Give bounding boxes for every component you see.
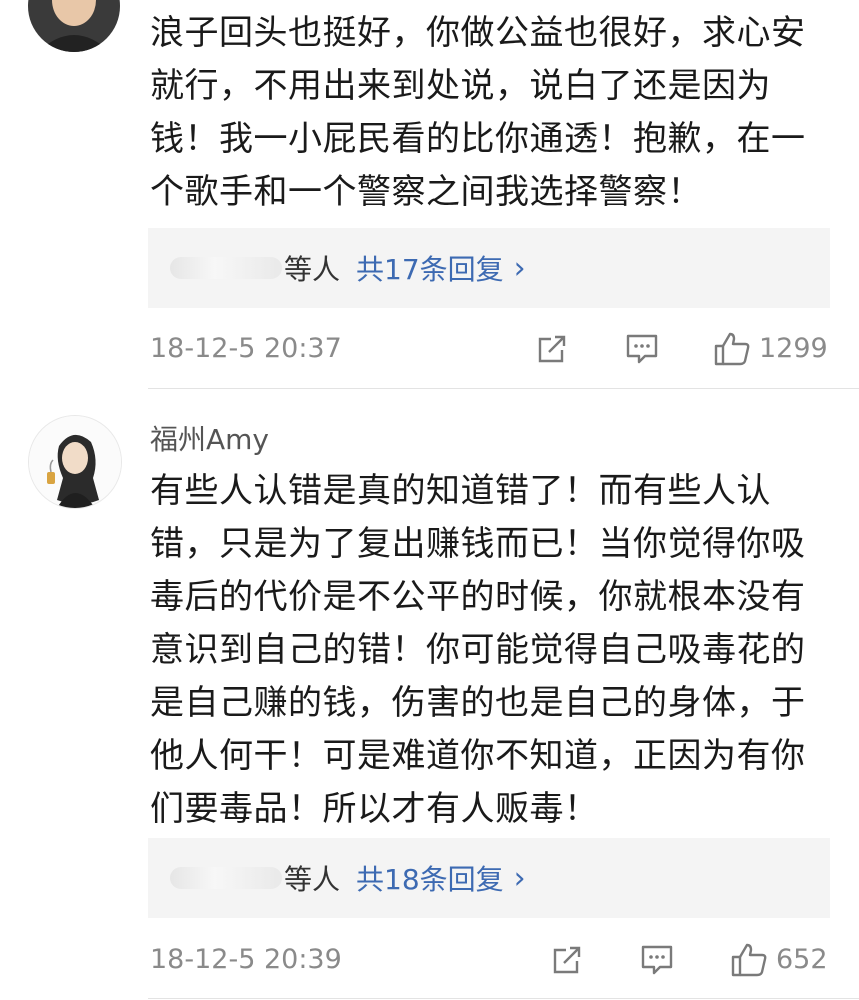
redacted-username <box>170 257 282 279</box>
reply-users-label: 等人 <box>284 253 341 286</box>
chevron-right-icon: › <box>513 860 526 896</box>
reply-preview[interactable]: 等人 共17条回复 › <box>148 228 830 308</box>
redacted-username <box>170 867 282 889</box>
reply-preview[interactable]: 等人 共18条回复 › <box>148 838 830 918</box>
timestamp: 18-12-5 20:37 <box>150 333 342 364</box>
comment-line: 错，只是为了复出赚钱而已！当你觉得你吸 <box>150 524 806 564</box>
thumbs-up-icon <box>714 332 750 366</box>
timestamp: 18-12-5 20:39 <box>150 944 342 975</box>
comment-meta: 18-12-5 20:37 1299 <box>0 329 859 369</box>
share-button[interactable] <box>550 940 584 980</box>
comment-icon <box>641 945 673 975</box>
avatar[interactable] <box>28 0 120 52</box>
share-icon <box>538 335 566 363</box>
comment-line: 们要毒品！所以才有人贩毒！ <box>150 789 599 829</box>
like-button[interactable]: 1299 <box>713 329 828 369</box>
comment-button[interactable] <box>640 940 674 980</box>
comment-divider <box>148 388 859 389</box>
comment-line: 有些人认错是真的知道错了！而有些人认 <box>150 471 771 511</box>
comment-line: 意识到自己的错！你可能觉得自己吸毒花的 <box>150 630 806 670</box>
share-button[interactable] <box>535 329 569 369</box>
comment-meta: 18-12-5 20:39 652 <box>0 940 859 980</box>
like-count: 1299 <box>759 333 828 364</box>
comment-line: 个歌手和一个警察之间我选择警察！ <box>150 172 702 212</box>
thumbs-up-icon <box>731 943 767 977</box>
like-count: 652 <box>776 944 828 975</box>
like-button[interactable]: 652 <box>730 940 828 980</box>
avatar-image <box>28 0 120 52</box>
comment-line: 钱！我一小屁民看的比你通透！抱歉，在一 <box>150 119 806 159</box>
username[interactable]: 福州Amy <box>150 418 269 458</box>
comment-line: 就行，不用出来到处说，说白了还是因为 <box>150 66 771 106</box>
chevron-right-icon: › <box>513 250 526 286</box>
comment-divider <box>148 998 859 999</box>
reply-count-link[interactable]: 共17条回复 <box>356 248 504 288</box>
comment-icon <box>626 334 658 364</box>
comment-line: 毒后的代价是不公平的时候，你就根本没有 <box>150 577 806 617</box>
reply-count-link[interactable]: 共18条回复 <box>356 858 504 898</box>
reply-users-label: 等人 <box>284 863 341 896</box>
comment-line: 是自己赚的钱，伤害的也是自己的身体，于 <box>150 683 806 723</box>
comment-line: 浪子回头也挺好，你做公益也很好，求心安 <box>150 13 806 53</box>
comment-button[interactable] <box>625 329 659 369</box>
comment-body: 有些人认错是真的知道错了！而有些人认 错，只是为了复出赚钱而已！当你觉得你吸 毒… <box>150 465 840 836</box>
share-icon <box>553 946 581 974</box>
comment-line: 他人何干！可是难道你不知道，正因为有你 <box>150 736 806 776</box>
comment-body: 浪子回头也挺好，你做公益也很好，求心安 就行，不用出来到处说，说白了还是因为 钱… <box>150 7 840 219</box>
avatar-image <box>29 416 121 508</box>
avatar[interactable] <box>28 415 122 509</box>
